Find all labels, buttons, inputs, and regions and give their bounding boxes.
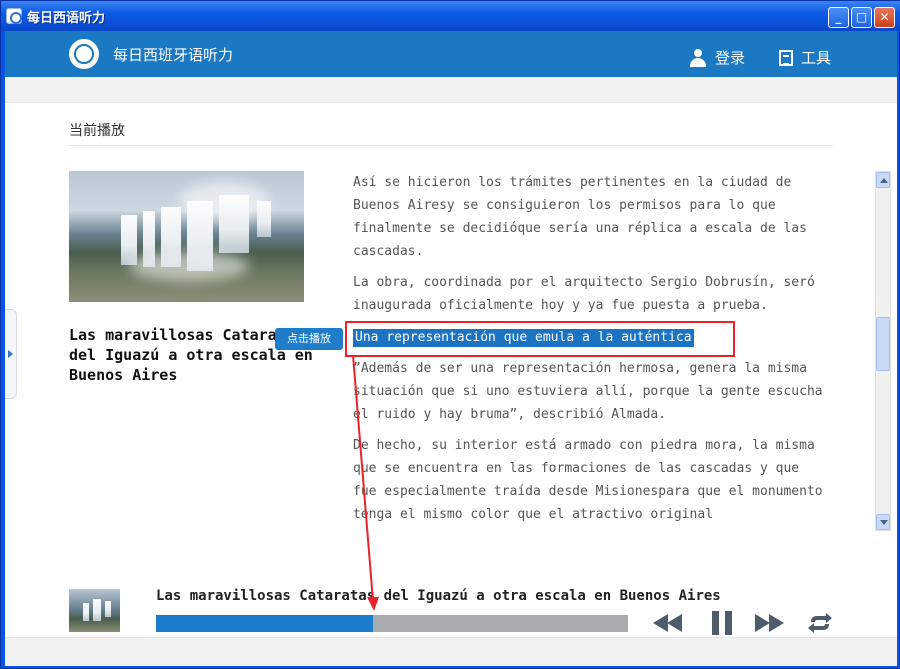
pause-icon[interactable] [712, 611, 734, 635]
login-label: 登录 [715, 49, 746, 67]
close-button[interactable]: ✕ [874, 7, 895, 28]
app-window: 每日西语听力 _ □ ✕ 每日西班牙语听力 登录 工具 当前播放 Las mar… [0, 0, 900, 669]
transcript-paragraph: ”Además de ser una representación hermos… [353, 361, 823, 422]
app-name: 每日西班牙语听力 [113, 46, 234, 64]
rewind-icon[interactable] [653, 611, 685, 635]
tools-icon [779, 49, 793, 66]
app-header: 每日西班牙语听力 登录 工具 [5, 31, 897, 77]
progress-fill [156, 615, 374, 632]
article-image [69, 171, 304, 302]
fast-forward-icon[interactable] [755, 611, 787, 635]
chevron-right-icon [8, 350, 13, 358]
scroll-up-icon[interactable] [876, 172, 890, 188]
login-button[interactable]: 登录 [689, 47, 745, 68]
client-area: 每日西班牙语听力 登录 工具 当前播放 Las maravillosas Cat… [5, 31, 897, 666]
transcript-paragraph: La obra, coordinada por el arquitecto Se… [353, 275, 815, 313]
progress-bar[interactable] [156, 615, 628, 632]
tools-label: 工具 [801, 49, 832, 67]
logo-icon [69, 39, 99, 69]
transcript-paragraph: Así se hicieron los trámites pertinentes… [353, 175, 807, 259]
header-sub-band [5, 77, 897, 103]
transcript-paragraph: De hecho, su interior está armado con pi… [353, 438, 823, 522]
title-bar[interactable]: 每日西语听力 _ □ ✕ [1, 1, 900, 31]
app-icon [6, 8, 22, 24]
play-tooltip[interactable]: 点击播放 [275, 328, 343, 350]
section-divider [69, 145, 833, 146]
maximize-button[interactable]: □ [851, 7, 872, 28]
repeat-icon[interactable] [807, 611, 833, 635]
user-icon [689, 48, 707, 67]
transcript-scrollbar[interactable] [875, 171, 891, 531]
window-title: 每日西语听力 [27, 11, 106, 26]
minimize-button[interactable]: _ [828, 7, 849, 28]
scroll-down-icon[interactable] [876, 514, 890, 530]
player-title: Las maravillosas Cataratas del Iguazú a … [156, 588, 721, 604]
section-title: 当前播放 [69, 123, 125, 139]
sidebar-toggle[interactable] [5, 309, 17, 399]
footer-band [5, 637, 897, 666]
player-thumbnail [69, 589, 120, 632]
annotation-box [345, 321, 735, 357]
tools-button[interactable]: 工具 [779, 47, 831, 68]
scroll-thumb[interactable] [876, 317, 890, 371]
